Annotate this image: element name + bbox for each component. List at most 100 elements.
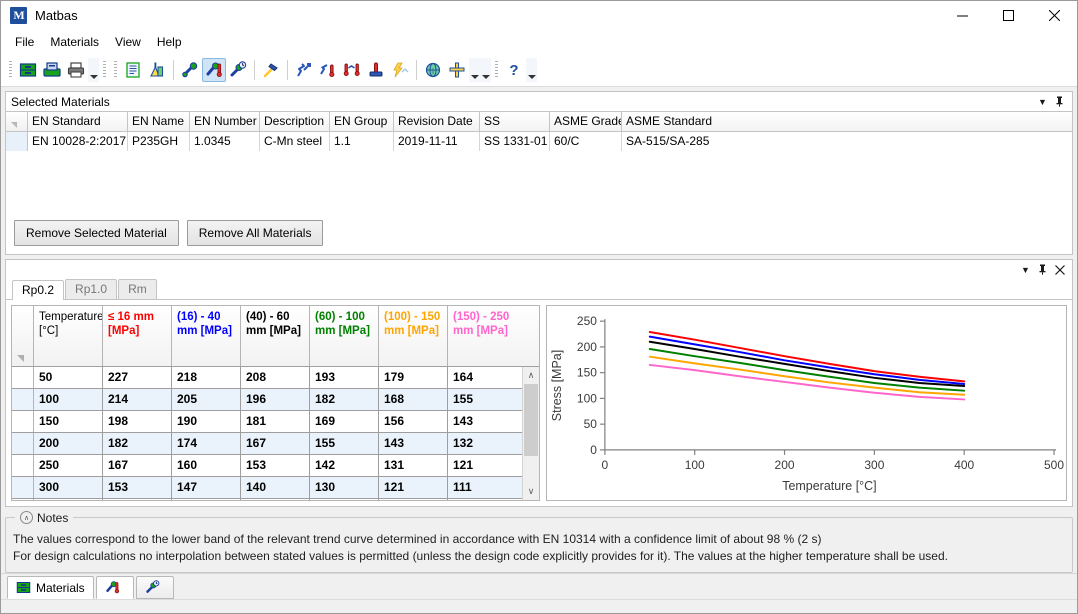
row-selector[interactable]: [12, 367, 34, 388]
wrench-icon[interactable]: [178, 58, 202, 82]
tab-rm[interactable]: Rm: [118, 279, 157, 299]
table-row[interactable]: 350 142 136 130 121 112 103: [12, 499, 522, 500]
tab-rp02[interactable]: Rp0.2: [12, 280, 64, 300]
scrollbar-thumb[interactable]: [524, 384, 538, 456]
bottom-tab-creep[interactable]: [136, 576, 174, 599]
row-selector[interactable]: [12, 455, 34, 476]
menu-item-file[interactable]: File: [7, 32, 42, 52]
toolbar-grip-2[interactable]: [103, 61, 106, 79]
pin-icon[interactable]: [1051, 94, 1068, 110]
bottom-tab-strength[interactable]: [96, 576, 134, 599]
minimize-button[interactable]: [939, 1, 985, 31]
column-header-revision-date[interactable]: Revision Date: [394, 112, 480, 131]
cell-100-150mm: 179: [379, 367, 448, 388]
column-header-en-group[interactable]: EN Group: [330, 112, 394, 131]
selected-materials-grid: EN Standard EN Name EN Number Descriptio…: [6, 111, 1072, 213]
import-database-icon[interactable]: [40, 58, 64, 82]
scrollbar-track[interactable]: [523, 384, 539, 483]
column-header-asme-grade[interactable]: ASME Grade: [550, 112, 622, 131]
document-icon[interactable]: [121, 58, 145, 82]
toolbar-overflow-2[interactable]: [469, 58, 480, 82]
scroll-down-icon[interactable]: ∨: [523, 483, 539, 500]
row-selector[interactable]: [12, 433, 34, 454]
column-header-en-number[interactable]: EN Number: [190, 112, 260, 131]
menu-item-view[interactable]: View: [107, 32, 149, 52]
curve-thermometer-icon[interactable]: [316, 58, 340, 82]
wrench-clock-icon[interactable]: [226, 58, 250, 82]
column-header-temperature[interactable]: Temperature [°C]: [34, 306, 103, 366]
hammer-icon[interactable]: [259, 58, 283, 82]
menu-bar: File Materials View Help: [1, 31, 1077, 53]
column-header-100-150mm[interactable]: (100) - 150 mm [MPa]: [379, 306, 448, 366]
column-header-16mm[interactable]: ≤ 16 mm [MPa]: [103, 306, 172, 366]
pin-icon[interactable]: [1034, 262, 1051, 278]
table-row[interactable]: 250 167 160 153 142 131 121: [12, 455, 522, 477]
materials-actions: Remove Selected Material Remove All Mate…: [6, 213, 1072, 254]
row-selector[interactable]: [12, 389, 34, 410]
chevron-down-icon[interactable]: ▼: [1034, 94, 1051, 110]
remove-selected-material-button[interactable]: Remove Selected Material: [14, 220, 179, 246]
row-selector[interactable]: [12, 499, 34, 500]
column-header-en-name[interactable]: EN Name: [128, 112, 190, 131]
table-row[interactable]: EN 10028-2:2017 P235GH 1.0345 C-Mn steel…: [6, 132, 1072, 151]
toolbar-grip-4[interactable]: [495, 61, 498, 79]
table-row[interactable]: 300 153 147 140 130 121 111: [12, 477, 522, 499]
tab-rp10[interactable]: Rp1.0: [65, 279, 117, 299]
cell-revision-date: 2019-11-11: [394, 132, 480, 151]
selected-materials-title: Selected Materials: [11, 95, 110, 109]
fatigue-icon[interactable]: [388, 58, 412, 82]
bottom-tab-materials[interactable]: Materials: [7, 576, 94, 599]
toolbar-overflow-1[interactable]: [88, 58, 99, 82]
column-header-en-standard[interactable]: EN Standard: [28, 112, 128, 131]
maximize-button[interactable]: [985, 1, 1031, 31]
print-icon[interactable]: [64, 58, 88, 82]
cell-40-60mm: 208: [241, 367, 310, 388]
data-grid-scrollbar[interactable]: ∧ ∨: [522, 367, 539, 500]
toolbar-grip[interactable]: [9, 61, 12, 79]
table-row[interactable]: 50 227 218 208 193 179 164: [12, 367, 522, 389]
dual-thermometer-icon[interactable]: [340, 58, 364, 82]
stress-strain-curve-icon[interactable]: [292, 58, 316, 82]
toolbar-grip-3[interactable]: [114, 61, 117, 79]
weld-joint-icon[interactable]: [445, 58, 469, 82]
data-grid-corner[interactable]: [12, 306, 34, 366]
column-header-150-250mm[interactable]: (150) - 250 mm [MPa]: [448, 306, 517, 366]
scroll-up-icon[interactable]: ∧: [523, 367, 539, 384]
toolbar-overflow-3[interactable]: [480, 58, 491, 82]
column-header-40-60mm[interactable]: (40) - 60 mm [MPa]: [241, 306, 310, 366]
menu-item-help[interactable]: Help: [149, 32, 190, 52]
row-selector[interactable]: [12, 477, 34, 498]
cell-16-40mm: 218: [172, 367, 241, 388]
grid-empty-area: [6, 151, 1072, 213]
globe-info-icon[interactable]: i: [421, 58, 445, 82]
stress-temperature-chart: 0501001502002500100200300400500Temperatu…: [546, 305, 1067, 501]
toolbar-overflow-4[interactable]: [526, 58, 537, 82]
remove-all-materials-button[interactable]: Remove All Materials: [187, 220, 324, 246]
column-header-asme-standard[interactable]: ASME Standard: [622, 112, 1072, 131]
close-button[interactable]: [1031, 1, 1077, 31]
close-icon[interactable]: [1051, 262, 1068, 278]
table-row[interactable]: 150 198 190 181 169 156 143: [12, 411, 522, 433]
help-question-icon[interactable]: ?: [502, 58, 526, 82]
database-cabinet-icon[interactable]: [16, 58, 40, 82]
thermometer-base-icon[interactable]: [364, 58, 388, 82]
table-row[interactable]: 200 182 174 167 155 143 132: [12, 433, 522, 455]
row-selector[interactable]: [6, 132, 28, 151]
table-row[interactable]: 100 214 205 196 182 168 155: [12, 389, 522, 411]
chevron-down-icon[interactable]: ▼: [1017, 262, 1034, 278]
column-header-description[interactable]: Description: [260, 112, 330, 131]
wrench-thermometer-icon[interactable]: [202, 58, 226, 82]
chemistry-flask-icon[interactable]: [145, 58, 169, 82]
cell-60-100mm: 130: [310, 477, 379, 498]
svg-text:Temperature [°C]: Temperature [°C]: [782, 478, 876, 492]
cell-16-40mm: 136: [172, 499, 241, 500]
column-header-ss[interactable]: SS: [480, 112, 550, 131]
grid-select-all-corner[interactable]: [6, 112, 28, 131]
cell-16mm: 142: [103, 499, 172, 500]
collapse-icon[interactable]: ∧: [20, 511, 33, 524]
notes-header[interactable]: ∧ Notes: [15, 509, 73, 526]
column-header-60-100mm[interactable]: (60) - 100 mm [MPa]: [310, 306, 379, 366]
menu-item-materials[interactable]: Materials: [42, 32, 107, 52]
row-selector[interactable]: [12, 411, 34, 432]
column-header-16-40mm[interactable]: (16) - 40 mm [MPa]: [172, 306, 241, 366]
